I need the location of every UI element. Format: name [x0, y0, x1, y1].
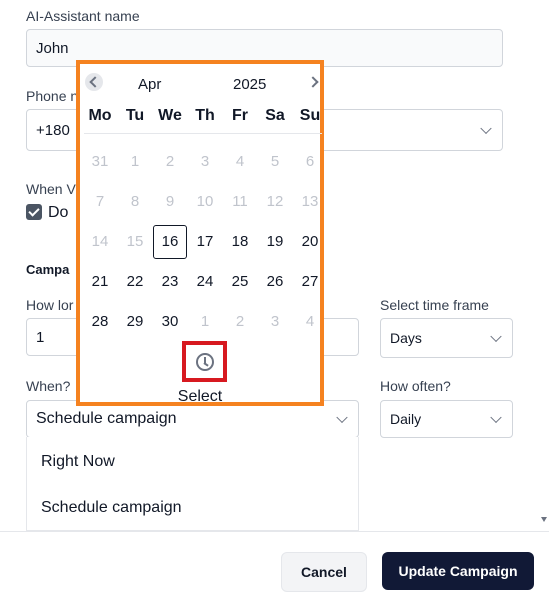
calendar-day[interactable]: 28 [83, 305, 117, 339]
calendar-day: 8 [130, 193, 140, 210]
calendar-day[interactable]: 27 [293, 265, 327, 299]
checkbox-checked[interactable] [26, 204, 42, 220]
scroll-down-icon[interactable] [541, 517, 547, 522]
calendar-day[interactable]: 18 [223, 225, 257, 259]
cancel-button[interactable]: Cancel [281, 552, 367, 592]
ai-name-label: AI-Assistant name [26, 8, 140, 24]
calendar-day: 31 [91, 153, 109, 170]
calendar-month[interactable]: Apr [138, 76, 161, 93]
calendar-day[interactable]: 25 [223, 265, 257, 299]
next-month-icon[interactable] [306, 73, 324, 91]
calendar-day: 7 [95, 193, 105, 210]
calendar-day[interactable]: 20 [293, 225, 327, 259]
calendar-day: 2 [235, 313, 245, 330]
calendar-day: 4 [235, 153, 245, 170]
calendar-header-divider [84, 133, 322, 134]
weekday-label: Su [299, 107, 321, 124]
when-option-schedule-campaign[interactable]: Schedule campaign [41, 499, 182, 517]
when-v-label: When V [26, 181, 76, 197]
update-campaign-button[interactable]: Update Campaign [382, 552, 534, 590]
date-picker-popup: Apr 2025 Mo Tu We Th Fr Sa Su 31 1 2 3 4 5 6 7 8 9 10 11 1… [76, 60, 324, 406]
weekday-label: Th [195, 107, 215, 124]
calendar-day: 9 [165, 193, 175, 210]
calendar-day: 1 [130, 153, 140, 170]
calendar-day: 13 [301, 193, 319, 210]
chevron-down-icon [336, 411, 348, 424]
how-long-value: 1 [36, 328, 45, 346]
phone-value: +180 [36, 121, 70, 139]
phone-label: Phone n [26, 88, 79, 104]
time-frame-value: Days [390, 330, 422, 346]
chevron-down-icon [480, 122, 492, 135]
how-often-value: Daily [390, 411, 422, 427]
campaign-section-title: Campa [26, 262, 70, 277]
weekday-label: Tu [125, 107, 145, 124]
calendar-day[interactable]: 29 [118, 305, 152, 339]
calendar-day[interactable]: 26 [258, 265, 292, 299]
chevron-down-icon [490, 411, 502, 424]
calendar-day[interactable]: 19 [258, 225, 292, 259]
how-often-label: How often? [380, 378, 451, 394]
checkbox-label: Do [48, 204, 69, 221]
calendar-day: 3 [200, 153, 210, 170]
calendar-day: 4 [305, 313, 315, 330]
calendar-day: 12 [266, 193, 284, 210]
calendar-day: 1 [200, 313, 210, 330]
calendar-year[interactable]: 2025 [233, 76, 266, 93]
weekday-label: Sa [265, 107, 285, 124]
time-picker-toggle[interactable] [182, 341, 227, 382]
calendar-day[interactable]: 23 [153, 265, 187, 299]
calendar-day: 14 [91, 233, 109, 250]
when-option-right-now[interactable]: Right Now [41, 453, 115, 471]
calendar-day: 3 [270, 313, 280, 330]
calendar-day[interactable]: 30 [153, 305, 187, 339]
calendar-day-selected[interactable]: 16 [153, 225, 187, 259]
calendar-day: 5 [270, 153, 280, 170]
how-often-select[interactable]: Daily [380, 400, 513, 438]
calendar-select-button[interactable]: Select [80, 388, 320, 406]
weekday-label: We [158, 107, 182, 124]
weekday-label: Mo [88, 107, 112, 124]
calendar-day[interactable]: 17 [188, 225, 222, 259]
calendar-day: 10 [196, 193, 214, 210]
when-dropdown-menu: Right Now Schedule campaign [26, 437, 359, 531]
calendar-day: 2 [165, 153, 175, 170]
calendar-day: 6 [305, 153, 315, 170]
when-value: Schedule campaign [36, 410, 177, 427]
when-label: When? [26, 378, 71, 394]
time-frame-select[interactable]: Days [380, 318, 513, 358]
calendar-day[interactable]: 21 [83, 265, 117, 299]
calendar-day: 15 [126, 233, 144, 250]
clock-icon [195, 352, 214, 371]
how-long-label: How lor [26, 297, 74, 313]
calendar-day: 11 [232, 193, 248, 210]
previous-month-icon[interactable] [85, 73, 103, 91]
calendar-day[interactable]: 24 [188, 265, 222, 299]
chevron-down-icon [490, 330, 502, 343]
ai-name-value: John [36, 39, 69, 57]
weekday-label: Fr [232, 107, 248, 124]
calendar-day[interactable]: 22 [118, 265, 152, 299]
time-frame-label: Select time frame [380, 297, 489, 313]
footer-divider [0, 531, 549, 532]
